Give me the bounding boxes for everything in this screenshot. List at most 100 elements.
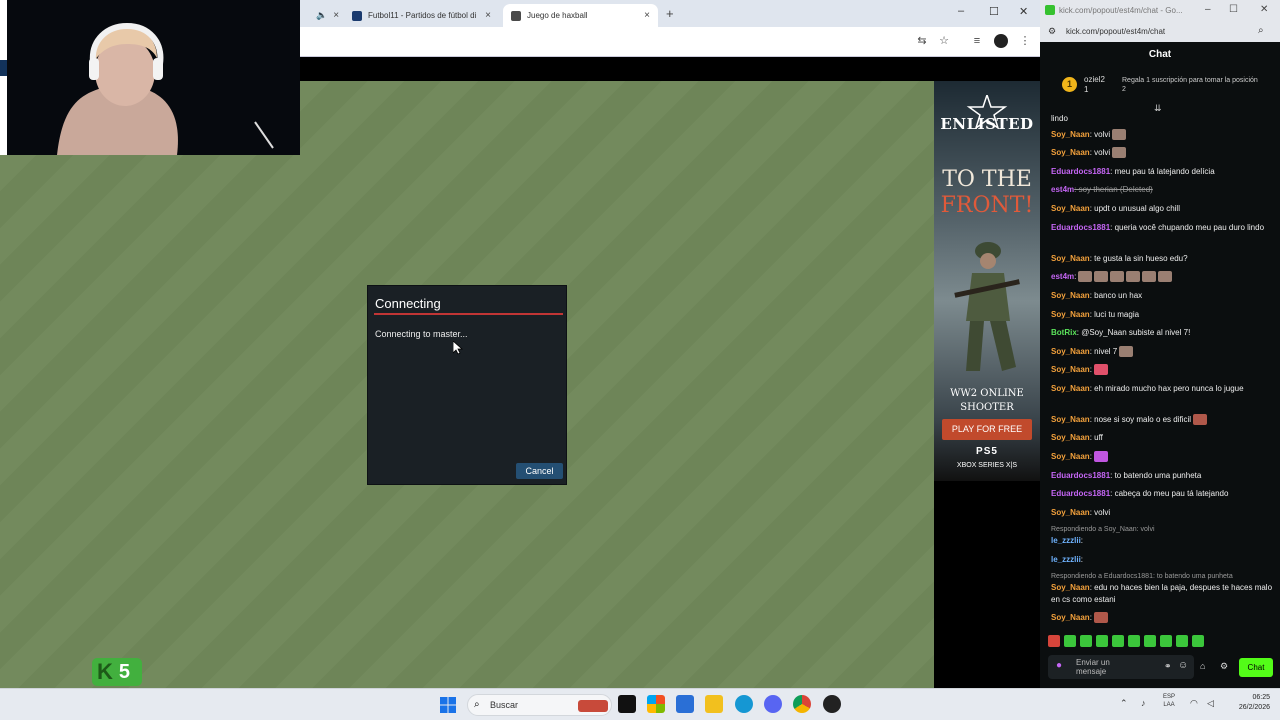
page-top-bar [300, 57, 1040, 81]
pinned-count: 1 [1084, 85, 1089, 94]
maximize-button[interactable]: ☐ [989, 5, 999, 18]
taskbar-search[interactable]: ⌕ Buscar [467, 694, 612, 716]
copilot-icon[interactable] [647, 695, 665, 713]
tab-futbol11[interactable]: Futbol11 - Partidos de fútbol di × [344, 4, 499, 27]
chat-url: kick.com/popout/est4m/chat [1066, 27, 1166, 36]
microphone-icon: ● [1056, 660, 1063, 671]
send-chat-button[interactable]: Chat [1239, 658, 1273, 677]
chat-message: Soy_Naan: nivel 7 [1051, 346, 1273, 358]
emote-icon[interactable] [1096, 635, 1108, 647]
clock-date: 26/2/2026 [1238, 704, 1270, 711]
chat-message: Eduardocs1881: meu pau tá latejando delí… [1051, 167, 1215, 176]
chat-message: Soy_Naan: edu no haces bien la paja, des… [1051, 583, 1273, 604]
chat-message: Soy_Naan: updt o unusual algo chill [1051, 204, 1180, 213]
close-tab-icon[interactable]: × [333, 10, 339, 21]
chat-message: Soy_Naan: uff [1051, 433, 1103, 442]
close-tab-icon[interactable]: × [485, 10, 491, 21]
emoji-icon[interactable]: ☺ [1178, 660, 1188, 671]
haxball-favicon-icon [511, 10, 521, 21]
chat-message: est4m: soy therian (Deleted) [1051, 185, 1153, 194]
chat-message: Soy_Naan: eh mirado mucho hax pero nunca… [1051, 384, 1244, 393]
chat-message: Soy_Naan: volvi [1051, 508, 1111, 517]
connecting-dialog: Connecting Connecting to master... Cance… [367, 285, 567, 485]
minimize-button[interactable]: – [1205, 4, 1211, 15]
obs-icon[interactable] [823, 695, 841, 713]
enlisted-ad[interactable]: ENLISTED TO THE FRONT! WW2 ONLINE SHOOTE… [934, 81, 1040, 481]
chat-message-input[interactable]: ● Enviar un mensaje ☺ [1048, 655, 1194, 679]
browser-window: 🔈 × Futbol11 - Partidos de fútbol di × J… [0, 0, 1040, 688]
chat-message: Soy_Naan: volvi [1051, 147, 1273, 159]
play-for-free-button[interactable]: PLAY FOR FREE [942, 419, 1032, 440]
translate-icon[interactable]: ⇆ [915, 34, 929, 48]
tab-audio[interactable]: 🔈 × [308, 4, 346, 27]
bookmark-star-icon[interactable]: ☆ [937, 34, 951, 48]
close-tab-icon[interactable]: × [644, 10, 650, 21]
emote-icon[interactable] [1112, 635, 1124, 647]
emote-icon[interactable] [1144, 635, 1156, 647]
wifi-icon[interactable]: ◠ [1190, 698, 1198, 709]
chat-message: BotRix: @Soy_Naan subiste al nivel 7! [1051, 328, 1191, 337]
file-explorer-icon[interactable] [705, 695, 723, 713]
menu-dots-icon[interactable]: ⋮ [1018, 34, 1032, 48]
viewer-count: 5 [118, 660, 131, 683]
minimize-button[interactable]: – [958, 5, 964, 17]
chat-message: lindo [1051, 114, 1068, 123]
chrome-icon[interactable] [793, 695, 811, 713]
cancel-button[interactable]: Cancel [516, 463, 563, 479]
kick-viewer-badge: K 5 [92, 658, 142, 686]
speaker-icon: 🔈 [316, 10, 328, 20]
emote-icon[interactable] [1064, 635, 1076, 647]
emote-icon[interactable] [1048, 635, 1060, 647]
ad-headline-1: TO THE [942, 167, 1032, 192]
pinned-gift-leader[interactable]: 1 oziel2 1 Regala 1 suscripción para tom… [1048, 72, 1272, 102]
store-icon[interactable]: ⌂ [1200, 661, 1205, 671]
chat-message: Soy_Naan: [1051, 364, 1273, 376]
store-icon[interactable] [676, 695, 694, 713]
maximize-button[interactable]: ☐ [1229, 4, 1238, 15]
close-window-button[interactable]: ✕ [1019, 5, 1028, 18]
edge-icon[interactable] [735, 695, 753, 713]
windows-start-icon[interactable] [440, 697, 456, 713]
input-language[interactable]: ESP LAA [1163, 693, 1175, 709]
chat-message: le_zzzlii: [1051, 555, 1084, 564]
ad-sub-1: WW2 ONLINE [950, 388, 1024, 399]
tab-haxball[interactable]: Juego de haxball × [503, 4, 658, 27]
discord-icon[interactable] [764, 695, 782, 713]
tab-strip: 🔈 × Futbol11 - Partidos de fútbol di × J… [300, 0, 1040, 27]
tray-expand-icon[interactable]: ⌃ [1120, 698, 1128, 709]
search-icon[interactable]: ⌕ [1258, 25, 1264, 36]
users-icon[interactable]: ⚭ [1164, 661, 1172, 672]
emote-icon [1112, 129, 1127, 141]
chat-message: Soy_Naan: te gusta la sin hueso edu? [1051, 254, 1188, 263]
chat-message: Eduardocs1881: cabeça do meu pau tá late… [1051, 489, 1229, 498]
emote-bar[interactable] [1048, 635, 1272, 651]
clock[interactable]: 06:25 26/2/2026 [1228, 693, 1270, 713]
emote-icon[interactable] [1176, 635, 1188, 647]
site-info-icon[interactable]: ⚙ [1048, 26, 1056, 37]
chat-message: Soy_Naan: nose si soy malo o es dificil [1051, 414, 1273, 426]
emote-icon[interactable] [1080, 635, 1092, 647]
media-controls-icon[interactable]: ≡ [970, 34, 984, 48]
ad-logo: ENLISTED [940, 115, 1034, 133]
new-tab-button[interactable]: + [666, 6, 674, 21]
ad-headline-2: FRONT! [940, 193, 1034, 218]
pinned-user: oziel2 [1084, 75, 1105, 84]
profile-avatar-icon[interactable] [994, 34, 1008, 48]
chat-window: kick.com/popout/est4m/chat - Go... – ☐ ✕… [1040, 0, 1280, 688]
chat-message: est4m: [1051, 271, 1273, 283]
emote-icon[interactable] [1128, 635, 1140, 647]
chat-url-bar[interactable]: ⚙ kick.com/popout/est4m/chat ⌕ [1040, 21, 1280, 42]
close-window-button[interactable]: ✕ [1260, 4, 1268, 15]
volume-icon[interactable]: ◁ [1207, 698, 1214, 709]
emote-icon[interactable] [1160, 635, 1172, 647]
settings-gear-icon[interactable]: ⚙ [1220, 661, 1228, 672]
microphone-tray-icon[interactable]: ♪ [1141, 698, 1146, 708]
dialog-message: Connecting to master... [375, 329, 468, 339]
chat-titlebar: kick.com/popout/est4m/chat - Go... – ☐ ✕ [1040, 0, 1280, 21]
chat-message: le_zzzlii: [1051, 536, 1084, 545]
windows-taskbar: ⌕ Buscar ⌃ ♪ ◠ ◁ [0, 688, 1280, 720]
search-icon: ⌕ [474, 699, 480, 710]
mouse-cursor-icon [453, 341, 463, 355]
emote-icon[interactable] [1192, 635, 1204, 647]
epic-games-icon[interactable] [618, 695, 636, 713]
